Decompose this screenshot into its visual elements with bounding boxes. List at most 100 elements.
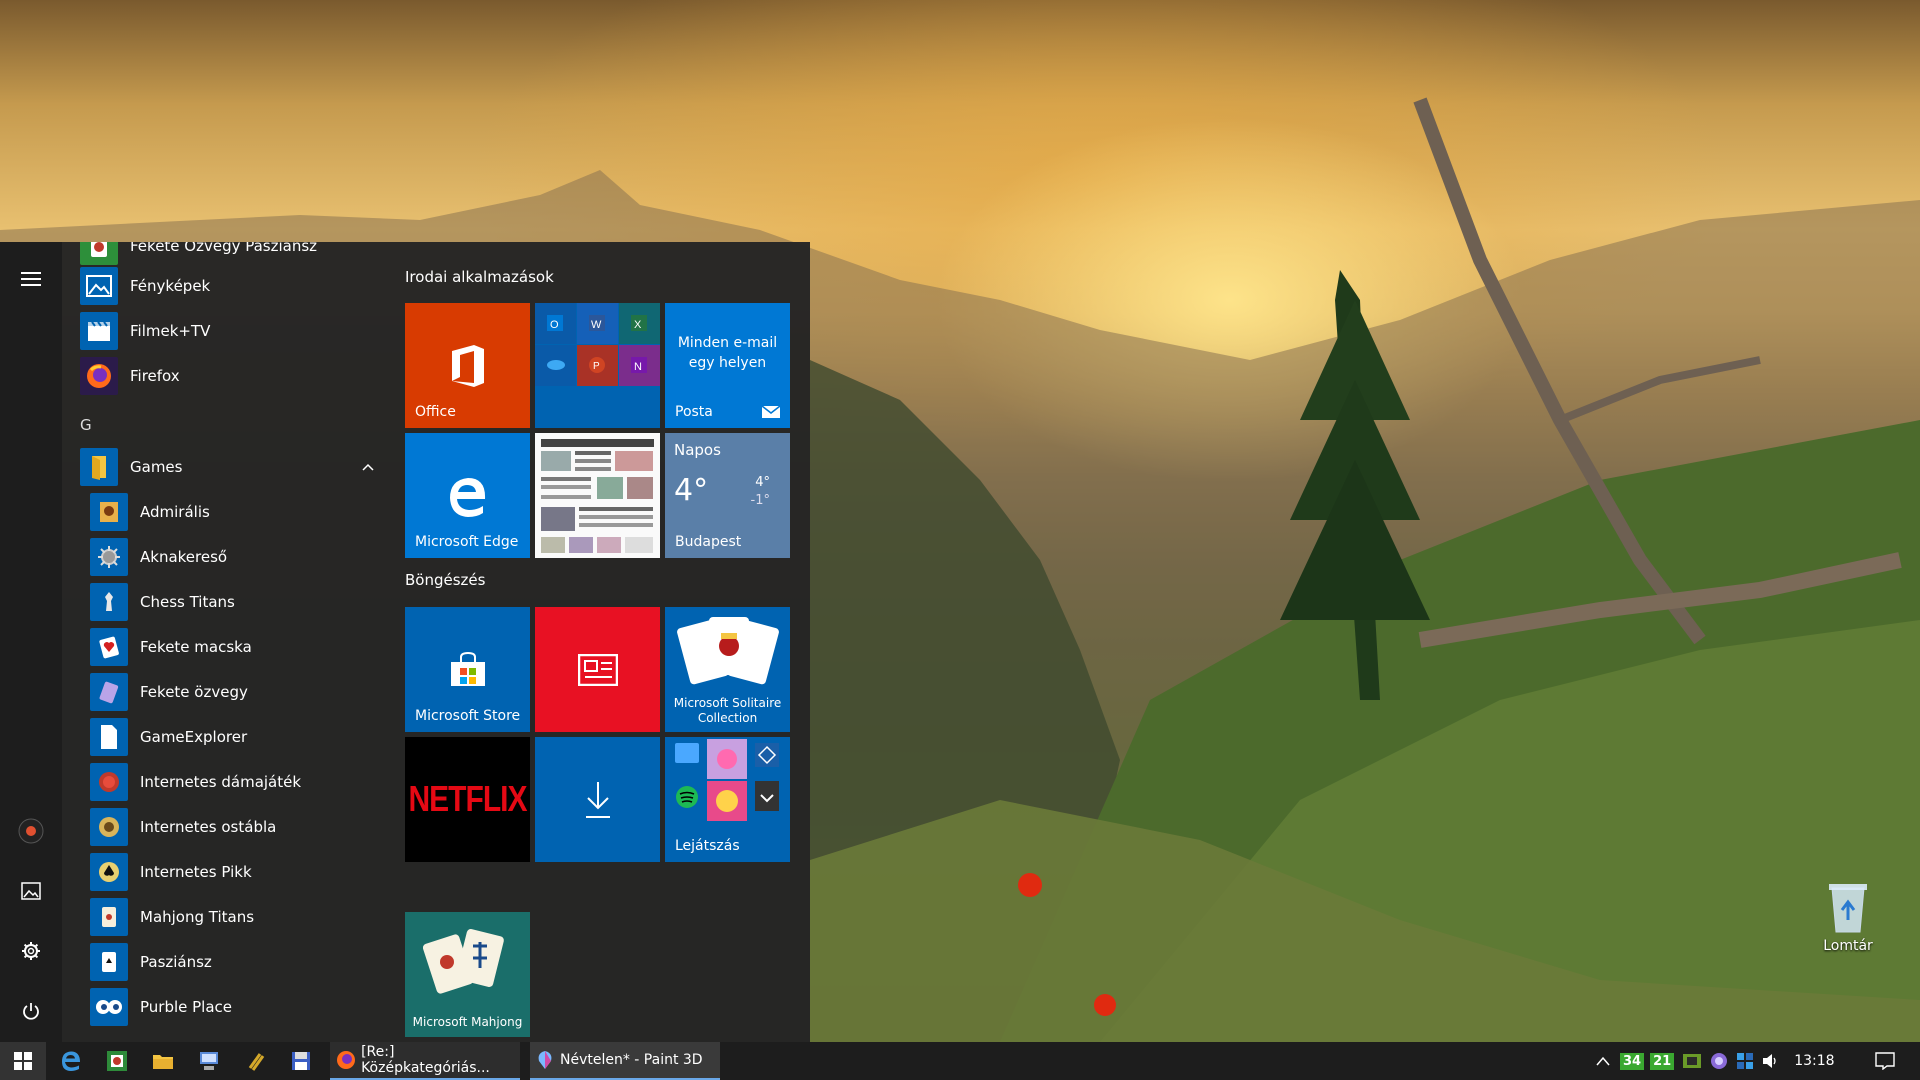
- app-list: Fekete Özvegy Pasziánsz Fényképek Filmek…: [62, 242, 382, 1042]
- taskbar-window-title: [Re:] Középkategóriás...: [361, 1044, 490, 1076]
- recycle-bin-label: Lomtár: [1823, 938, 1873, 954]
- power-button[interactable]: [0, 984, 62, 1038]
- app-label: GameExplorer: [140, 728, 248, 746]
- news-tile[interactable]: [535, 607, 660, 732]
- app-photos[interactable]: Fényképek: [80, 266, 380, 306]
- group-letter-g[interactable]: G: [80, 416, 92, 434]
- office-icon: [451, 344, 484, 387]
- office-tile[interactable]: Office: [405, 303, 530, 428]
- play-tile[interactable]: Lejátszás: [665, 737, 790, 862]
- app-label: Fényképek: [130, 277, 211, 295]
- hamburger-menu-button[interactable]: [0, 252, 62, 306]
- hamburger-icon: [21, 272, 41, 286]
- netflix-tile[interactable]: NETFLIX: [405, 737, 530, 862]
- game-chess-titans[interactable]: Chess Titans: [90, 582, 382, 622]
- start-menu: Fekete Özvegy Pasziánsz Fényképek Filmek…: [0, 242, 810, 1042]
- edge-tile-label: Microsoft Edge: [415, 534, 519, 550]
- start-left-rail: [0, 242, 62, 1042]
- app-label: Pasziánsz: [140, 953, 212, 971]
- games-folder[interactable]: Games: [80, 447, 380, 487]
- taskbar-firefox-window[interactable]: [Re:] Középkategóriás...: [330, 1042, 520, 1080]
- svg-text:W: W: [591, 319, 602, 331]
- action-center-icon[interactable]: [1874, 1052, 1895, 1070]
- taskbar-edge-button[interactable]: [54, 1042, 88, 1080]
- game-admiralis[interactable]: Admirális: [90, 492, 382, 532]
- app-label: Chess Titans: [140, 593, 235, 611]
- store-bag-icon: [450, 651, 485, 686]
- tray-grid-app-icon[interactable]: [1736, 1052, 1754, 1070]
- volume-icon[interactable]: [1762, 1053, 1780, 1069]
- pictures-button[interactable]: [0, 864, 62, 918]
- recycle-bin[interactable]: Lomtár: [1818, 880, 1878, 954]
- settings-button[interactable]: [0, 924, 62, 978]
- taskbar-save-app-button[interactable]: [284, 1042, 318, 1080]
- tray-cpu-temp-badge[interactable]: 34: [1620, 1052, 1645, 1070]
- app-label: Internetes dámajáték: [140, 773, 302, 791]
- solitaire-cards-icon: [677, 617, 779, 685]
- mail-tile[interactable]: Minden e-mail egy helyen Posta: [665, 303, 790, 428]
- game-fekete-ozvegy[interactable]: Fekete özvegy: [90, 672, 382, 712]
- taskbar-paint3d-window[interactable]: Névtelen* - Paint 3D: [530, 1042, 720, 1080]
- nvidia-icon[interactable]: [1682, 1053, 1702, 1069]
- green-photo-app-icon: [107, 1051, 127, 1071]
- chess-icon: [90, 583, 128, 621]
- solitaire-tile[interactable]: Microsoft Solitaire Collection: [665, 607, 790, 732]
- solitaire-icon: [90, 943, 128, 981]
- app-firefox[interactable]: Firefox: [80, 356, 380, 396]
- purble-eyes-icon: [90, 988, 128, 1026]
- start-button[interactable]: [0, 1042, 46, 1080]
- download-tile[interactable]: [535, 737, 660, 862]
- news-screenshot-tile[interactable]: [535, 433, 660, 558]
- game-internetes-damajatek[interactable]: Internetes dámajáték: [90, 762, 382, 802]
- power-icon: [23, 1003, 39, 1020]
- mahjong-tile-icon: [90, 898, 128, 936]
- taskbar-photo-app-button[interactable]: [100, 1042, 134, 1080]
- taskbar-network-app-button[interactable]: [192, 1042, 226, 1080]
- store-tile-label: Microsoft Store: [415, 708, 521, 724]
- tiles-area: Irodai alkalmazások Office O W X P N Min…: [404, 242, 804, 1042]
- folder-icon: [80, 448, 118, 486]
- photos-icon: [80, 267, 118, 305]
- minesweeper-icon: [90, 538, 128, 576]
- checkers-icon: [90, 763, 128, 801]
- app-movies-tv[interactable]: Filmek+TV: [80, 311, 380, 351]
- games-folder-label: Games: [130, 458, 183, 476]
- download-arrow-icon: [585, 781, 610, 818]
- weather-tile[interactable]: Napos 4° 4° -1° Budapest: [665, 433, 790, 558]
- edge-icon: [449, 477, 485, 517]
- store-tile[interactable]: Microsoft Store: [405, 607, 530, 732]
- app-spider-solitaire[interactable]: Fekete Özvegy Pasziánsz: [80, 242, 380, 266]
- app-label: Firefox: [130, 367, 180, 385]
- spider-solitaire-icon: [80, 242, 118, 265]
- taskbar-tool-button[interactable]: [238, 1042, 272, 1080]
- news-thumbnail-icon: [535, 433, 660, 558]
- game-mahjong-titans[interactable]: Mahjong Titans: [90, 897, 382, 937]
- edge-tile[interactable]: Microsoft Edge: [405, 433, 530, 558]
- app-label: Internetes Pikk: [140, 863, 252, 881]
- office-apps-tile[interactable]: O W X P N: [535, 303, 660, 428]
- app-label: Admirális: [140, 503, 210, 521]
- clock[interactable]: 13:18: [1794, 1053, 1834, 1069]
- game-pasziansz[interactable]: Pasziánsz: [90, 942, 382, 982]
- tray-gpu-temp-badge[interactable]: 21: [1650, 1052, 1675, 1070]
- chevron-up-icon[interactable]: [1596, 1056, 1610, 1066]
- tile-group-browsing-title[interactable]: Böngészés: [405, 571, 485, 589]
- app-label: Fekete macska: [140, 638, 252, 656]
- spades-icon: [90, 853, 128, 891]
- game-gameexplorer[interactable]: GameExplorer: [90, 717, 382, 757]
- game-aknakereso[interactable]: Aknakereső: [90, 537, 382, 577]
- mahjong-tile[interactable]: Microsoft Mahjong: [405, 912, 530, 1037]
- user-account-button[interactable]: [0, 804, 62, 858]
- backgammon-icon: [90, 808, 128, 846]
- solitaire-tile-label: Microsoft Solitaire Collection: [673, 696, 782, 725]
- tile-group-office-title[interactable]: Irodai alkalmazások: [405, 268, 554, 286]
- svg-text:X: X: [634, 319, 642, 331]
- game-internetes-ostabla[interactable]: Internetes ostábla: [90, 807, 382, 847]
- taskbar-file-explorer-button[interactable]: [146, 1042, 180, 1080]
- game-internetes-pikk[interactable]: Internetes Pikk: [90, 852, 382, 892]
- firefox-icon: [337, 1051, 355, 1069]
- tray-circle-app-icon[interactable]: [1710, 1052, 1728, 1070]
- play-tile-label: Lejátszás: [675, 838, 740, 854]
- game-purble-place[interactable]: Purble Place: [90, 987, 382, 1027]
- game-fekete-macska[interactable]: Fekete macska: [90, 627, 382, 667]
